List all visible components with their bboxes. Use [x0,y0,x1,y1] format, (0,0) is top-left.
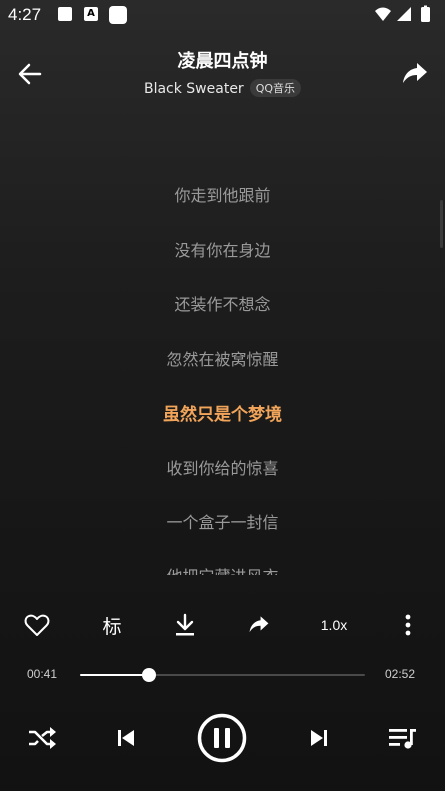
mark-label: 标 [102,615,122,638]
skip-previous-icon [118,730,134,746]
share-song-button[interactable] [244,605,274,645]
download-button[interactable] [170,605,200,645]
lyric-line[interactable]: 还装作不想念 [0,291,445,315]
progress-row: 00:41 02:52 [0,664,445,686]
lyric-line[interactable]: 收到你给的惊喜 [0,455,445,479]
elapsed-time: 00:41 [27,667,58,681]
seek-bar-thumb[interactable] [142,668,157,682]
total-time: 02:52 [385,667,416,681]
artist-name[interactable]: Black Sweater [144,81,244,97]
lyric-line[interactable]: 没有你在身边 [0,237,445,261]
playlist-icon [389,729,416,749]
notification-square-icon [109,6,127,24]
pause-button[interactable] [197,713,247,763]
song-title: 凌晨四点钟 [177,51,268,72]
download-icon [176,613,194,636]
previous-button[interactable] [112,724,140,752]
lyric-line-current[interactable]: 虽然只是个梦境 [0,400,445,425]
artist-row: Black Sweater QQ音乐 [0,79,445,97]
heart-icon [24,614,50,636]
lyric-line[interactable]: 你走到他跟前 [0,182,445,206]
scrollbar[interactable] [440,200,443,248]
lyric-line[interactable]: 忽然在被窝惊醒 [0,346,445,370]
seek-bar-progress [80,674,150,676]
mark-button[interactable]: 标 [96,605,128,645]
shuffle-button[interactable] [24,724,60,752]
battery-icon [421,7,430,22]
action-row: 标 1.0x [0,605,445,645]
source-badge: QQ音乐 [249,79,302,97]
status-time: 4:27 [8,5,42,24]
notification-square-icon [58,7,72,21]
wifi-icon [375,7,391,21]
skip-next-icon [311,730,327,746]
favorite-button[interactable] [20,605,54,645]
shuffle-icon [29,727,56,749]
next-button[interactable] [305,724,333,752]
playlist-button[interactable] [386,724,420,752]
pause-icon [197,713,247,763]
lyric-line[interactable]: 他把它藏进风衣 [0,563,445,575]
playback-controls [0,710,445,766]
more-vertical-icon [405,614,411,636]
share-icon [249,616,269,633]
status-icons [375,5,430,22]
more-button[interactable] [396,605,420,645]
speed-button[interactable]: 1.0x [314,605,354,645]
share-icon[interactable] [401,60,429,88]
lyrics-panel[interactable]: 你走到他跟前 没有你在身边 还装作不想念 忽然在被窝惊醒 虽然只是个梦境 收到你… [0,165,445,575]
speed-label: 1.0x [320,617,348,633]
seek-bar[interactable] [80,668,365,682]
lyric-line[interactable]: 一个盒子一封信 [0,509,445,533]
status-bar: 4:27 A [0,0,445,30]
signal-icon [397,7,411,21]
notification-a-icon: A [84,7,98,21]
